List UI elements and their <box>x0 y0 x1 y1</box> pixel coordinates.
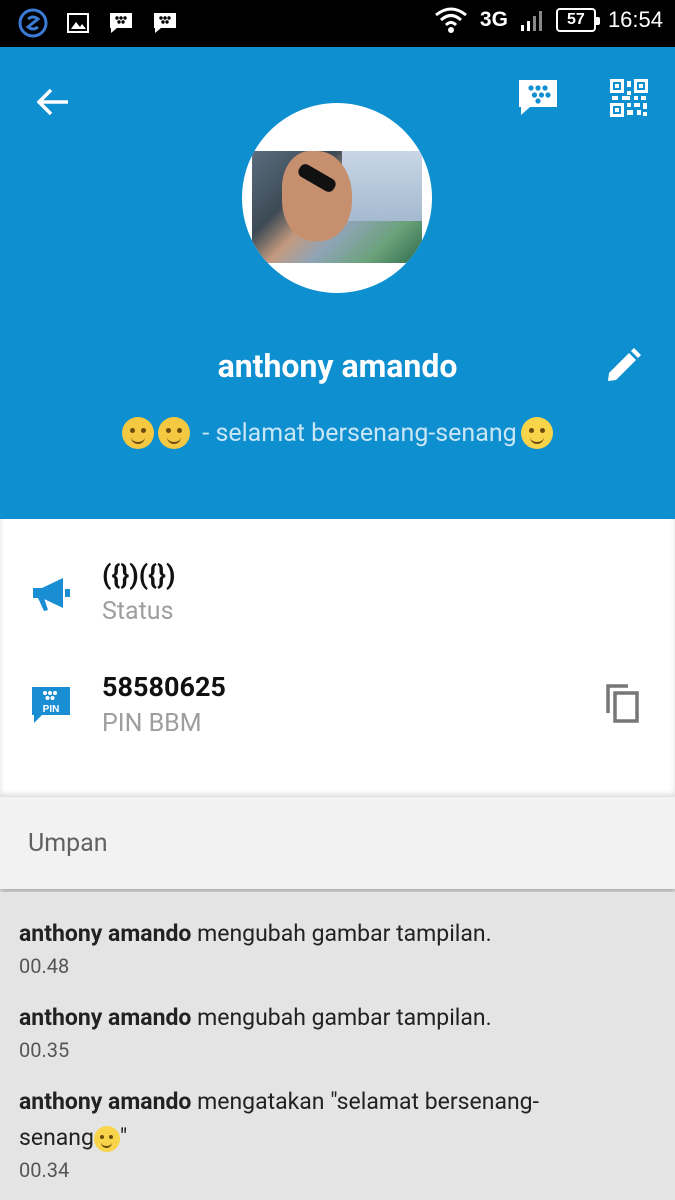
feed-item-time: 00.35 <box>19 1038 70 1062</box>
feed-item-text: anthony amando mengubah gambar tampilan. <box>19 916 659 952</box>
back-button[interactable] <box>30 79 76 125</box>
profile-header: anthony amando - selamat bersenang-senan… <box>0 47 675 519</box>
feed-item-user: anthony amando <box>19 920 192 947</box>
status-label: Status <box>102 597 174 626</box>
profile-name: anthony amando <box>217 347 458 385</box>
feed-item-user: anthony amando <box>19 1004 192 1031</box>
wifi-icon <box>434 7 467 33</box>
feed-section-label: Umpan <box>28 829 108 858</box>
bbm-notification-icon <box>110 13 132 33</box>
copy-pin-button[interactable] <box>604 683 644 727</box>
hugging-emoji-icon <box>122 417 155 449</box>
status-bar: 3G 57 16:54 <box>0 0 675 47</box>
feed-item-action-end: " <box>119 1124 128 1151</box>
arrow-back-icon <box>36 88 68 116</box>
profile-photo <box>252 151 422 263</box>
smile-emoji-icon <box>93 1125 120 1152</box>
clock: 16:54 <box>607 7 663 32</box>
bbm-pin-icon: PIN <box>32 687 70 723</box>
status-value: ({})({}) <box>102 559 176 591</box>
profile-tagline: - selamat bersenang-senang <box>0 417 675 449</box>
bbm-notification-icon <box>154 13 176 33</box>
copy-icon <box>606 684 639 723</box>
feed-item-user: anthony amando <box>19 1088 192 1115</box>
battery-level: 57 <box>567 11 585 28</box>
megaphone-icon <box>33 578 70 611</box>
feed-item-text: anthony amando mengubah gambar tampilan. <box>19 1000 659 1036</box>
feed-list: anthony amando mengubah gambar tampilan.… <box>0 892 675 1200</box>
feed-item[interactable]: anthony amando mengubah gambar tampilan.… <box>19 1000 659 1062</box>
feed-section-header: Umpan <box>0 797 675 889</box>
signal-icon <box>520 11 542 31</box>
start-chat-button[interactable] <box>516 77 564 123</box>
s-app-icon <box>18 8 48 38</box>
notification-icons <box>18 8 178 38</box>
profile-avatar[interactable] <box>242 103 432 293</box>
qr-code-button[interactable] <box>610 79 650 119</box>
hugging-emoji-icon <box>158 417 191 449</box>
pin-value: 58580625 <box>102 671 226 703</box>
feed-item[interactable]: anthony amando mengatakan "selamat berse… <box>19 1084 659 1182</box>
status-row[interactable]: ({})({}) Status <box>0 549 675 649</box>
gallery-icon <box>67 13 89 33</box>
feed-item-time: 00.34 <box>19 1158 70 1182</box>
feed-item[interactable]: anthony amando mengubah gambar tampilan.… <box>19 916 659 978</box>
qr-code-icon <box>610 79 648 117</box>
feed-item-action: mengubah gambar tampilan. <box>191 920 492 947</box>
bbm-chat-icon <box>519 80 557 115</box>
pencil-icon <box>608 348 641 381</box>
feed-item-action: mengubah gambar tampilan. <box>191 1004 492 1031</box>
network-type: 3G <box>479 8 508 31</box>
pin-label: PIN BBM <box>102 709 202 738</box>
feed-item-time: 00.48 <box>19 954 70 978</box>
edit-button[interactable] <box>604 347 644 387</box>
profile-info-card: ({})({}) Status PIN 58580625 PIN BBM <box>0 519 675 797</box>
smile-emoji-icon <box>520 417 553 449</box>
pin-row[interactable]: PIN 58580625 PIN BBM <box>0 659 675 759</box>
tagline-text: - selamat bersenang-senang <box>202 418 517 448</box>
system-icons: 3G 57 16:54 <box>434 6 663 34</box>
battery-icon: 57 <box>555 8 600 32</box>
pin-badge: PIN <box>43 704 60 715</box>
feed-item-text: anthony amando mengatakan "selamat berse… <box>19 1084 579 1156</box>
